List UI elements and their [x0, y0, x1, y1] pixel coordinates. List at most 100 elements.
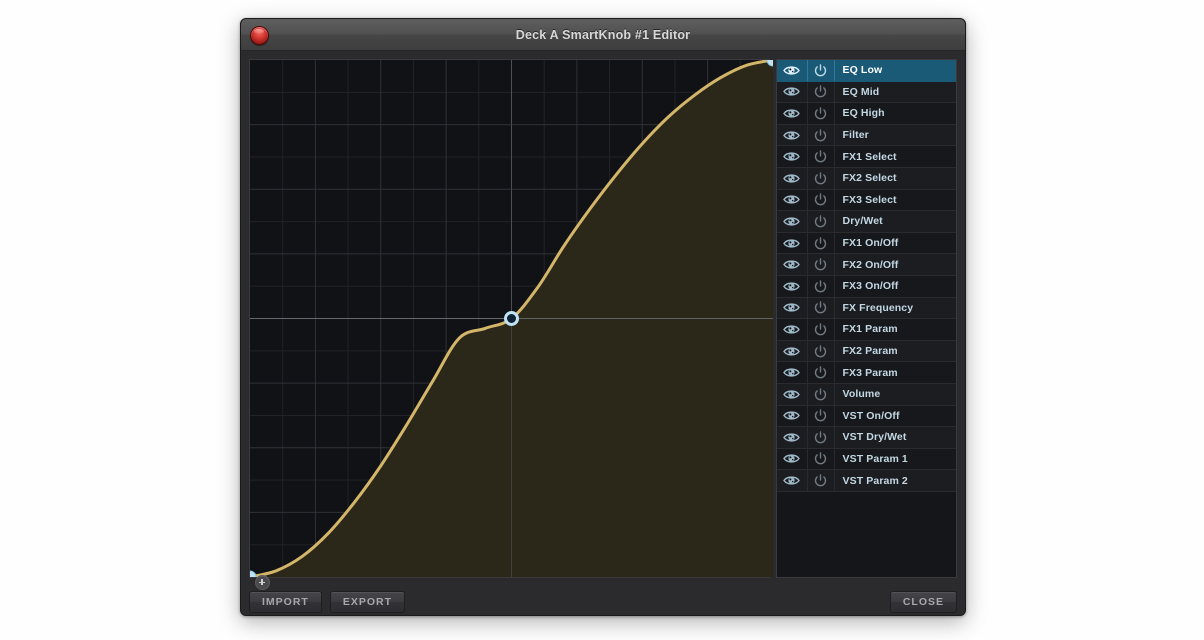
- eye-icon: [783, 282, 800, 291]
- param-label: FX Frequency: [842, 301, 914, 314]
- parameter-rows: EQ Low EQ Mid EQ High Filter FX1 Select …: [776, 60, 956, 492]
- enable-toggle[interactable]: [808, 232, 835, 254]
- visibility-toggle[interactable]: [777, 275, 808, 297]
- param-row-eq-high[interactable]: EQ High: [776, 103, 956, 125]
- visibility-toggle[interactable]: [777, 167, 808, 189]
- param-row-filter[interactable]: Filter: [776, 124, 956, 147]
- visibility-toggle[interactable]: [777, 124, 808, 146]
- enable-toggle[interactable]: [808, 448, 835, 470]
- visibility-toggle[interactable]: [777, 254, 808, 275]
- visibility-toggle[interactable]: [777, 60, 808, 81]
- visibility-toggle[interactable]: [777, 383, 808, 405]
- param-row-vst-on-off[interactable]: VST On/Off: [776, 405, 956, 428]
- visibility-toggle[interactable]: [777, 448, 808, 470]
- param-row-fx1-on-off[interactable]: FX1 On/Off: [776, 232, 956, 255]
- param-label: Filter: [842, 129, 869, 142]
- param-row-volume[interactable]: Volume: [776, 383, 956, 406]
- param-label: FX3 On/Off: [842, 280, 899, 293]
- close-window-dot[interactable]: [250, 26, 269, 45]
- enable-toggle[interactable]: [808, 319, 835, 340]
- eye-icon: [783, 238, 800, 248]
- param-row-vst-param-2[interactable]: VST Param 2: [776, 470, 956, 492]
- enable-toggle[interactable]: [808, 254, 835, 275]
- param-label: VST Param 2: [842, 474, 908, 487]
- power-icon: [814, 387, 827, 400]
- param-row-fx-frequency[interactable]: FX Frequency: [776, 297, 956, 320]
- param-row-fx2-select[interactable]: FX2 Select: [776, 167, 956, 190]
- visibility-toggle[interactable]: [777, 319, 808, 340]
- power-icon: [814, 171, 827, 185]
- enable-toggle[interactable]: [808, 189, 835, 211]
- param-row-fx3-param[interactable]: FX3 Param: [776, 362, 956, 384]
- enable-toggle[interactable]: [808, 124, 835, 146]
- enable-toggle[interactable]: [808, 167, 835, 189]
- param-label: EQ Low: [842, 64, 883, 77]
- power-icon: [814, 279, 827, 293]
- visibility-toggle[interactable]: [777, 211, 808, 232]
- param-label: VST On/Off: [842, 409, 900, 422]
- power-icon: [814, 366, 827, 379]
- param-row-fx1-select[interactable]: FX1 Select: [776, 146, 956, 168]
- eye-icon: [783, 109, 800, 118]
- enable-toggle[interactable]: [808, 297, 835, 319]
- add-point-button[interactable]: [255, 575, 270, 590]
- export-button[interactable]: EXPORT: [329, 591, 406, 613]
- window-body: EQ Low EQ Mid EQ High Filter FX1 Select …: [241, 51, 965, 615]
- enable-toggle[interactable]: [808, 60, 835, 81]
- eye-icon: [783, 411, 800, 420]
- curve-editor-panel[interactable]: [249, 59, 773, 590]
- param-row-fx3-select[interactable]: FX3 Select: [776, 189, 956, 212]
- enable-toggle[interactable]: [808, 81, 835, 103]
- visibility-toggle[interactable]: [777, 362, 808, 383]
- enable-toggle[interactable]: [808, 427, 835, 448]
- param-row-vst-dry-wet[interactable]: VST Dry/Wet: [776, 427, 956, 449]
- eye-icon: [783, 217, 800, 226]
- footer-spacer: CLOSE: [889, 591, 957, 613]
- visibility-toggle[interactable]: [777, 189, 808, 211]
- visibility-toggle[interactable]: [777, 103, 808, 124]
- power-icon: [814, 323, 827, 336]
- param-row-eq-mid[interactable]: EQ Mid: [776, 81, 956, 104]
- enable-toggle[interactable]: [808, 211, 835, 232]
- power-icon: [814, 150, 827, 163]
- enable-toggle[interactable]: [808, 470, 835, 491]
- param-row-fx3-on-off[interactable]: FX3 On/Off: [776, 275, 956, 298]
- param-label: VST Param 1: [842, 452, 908, 465]
- param-row-vst-param-1[interactable]: VST Param 1: [776, 448, 956, 471]
- enable-toggle[interactable]: [808, 275, 835, 297]
- visibility-toggle[interactable]: [777, 470, 808, 491]
- curve-plot[interactable]: [250, 60, 773, 577]
- visibility-toggle[interactable]: [777, 297, 808, 319]
- enable-toggle[interactable]: [808, 340, 835, 362]
- close-button[interactable]: CLOSE: [889, 591, 957, 613]
- visibility-toggle[interactable]: [777, 146, 808, 167]
- param-row-fx2-on-off[interactable]: FX2 On/Off: [776, 254, 956, 276]
- visibility-toggle[interactable]: [777, 427, 808, 448]
- enable-toggle[interactable]: [808, 405, 835, 427]
- param-row-dry-wet[interactable]: Dry/Wet: [776, 211, 956, 233]
- enable-toggle[interactable]: [808, 383, 835, 405]
- parameter-list-panel[interactable]: EQ Low EQ Mid EQ High Filter FX1 Select …: [775, 59, 957, 578]
- param-label: FX1 On/Off: [842, 237, 899, 250]
- control-point-1[interactable]: [504, 311, 519, 326]
- visibility-toggle[interactable]: [777, 405, 808, 427]
- eye-icon: [783, 152, 800, 161]
- window-titlebar[interactable]: Deck A SmartKnob #1 Editor: [241, 19, 965, 51]
- power-icon: [814, 474, 827, 487]
- visibility-toggle[interactable]: [777, 232, 808, 254]
- param-row-eq-low[interactable]: EQ Low: [776, 60, 956, 82]
- enable-toggle[interactable]: [808, 146, 835, 167]
- param-row-fx2-param[interactable]: FX2 Param: [776, 340, 956, 363]
- power-icon: [814, 85, 827, 98]
- eye-icon: [783, 390, 800, 399]
- eye-icon: [783, 174, 800, 183]
- visibility-toggle[interactable]: [777, 81, 808, 103]
- enable-toggle[interactable]: [808, 103, 835, 124]
- power-icon: [814, 236, 827, 249]
- power-icon: [814, 128, 827, 141]
- eye-icon: [783, 131, 800, 140]
- visibility-toggle[interactable]: [777, 340, 808, 362]
- param-row-fx1-param[interactable]: FX1 Param: [776, 319, 956, 341]
- enable-toggle[interactable]: [808, 362, 835, 383]
- import-button[interactable]: IMPORT: [249, 591, 322, 613]
